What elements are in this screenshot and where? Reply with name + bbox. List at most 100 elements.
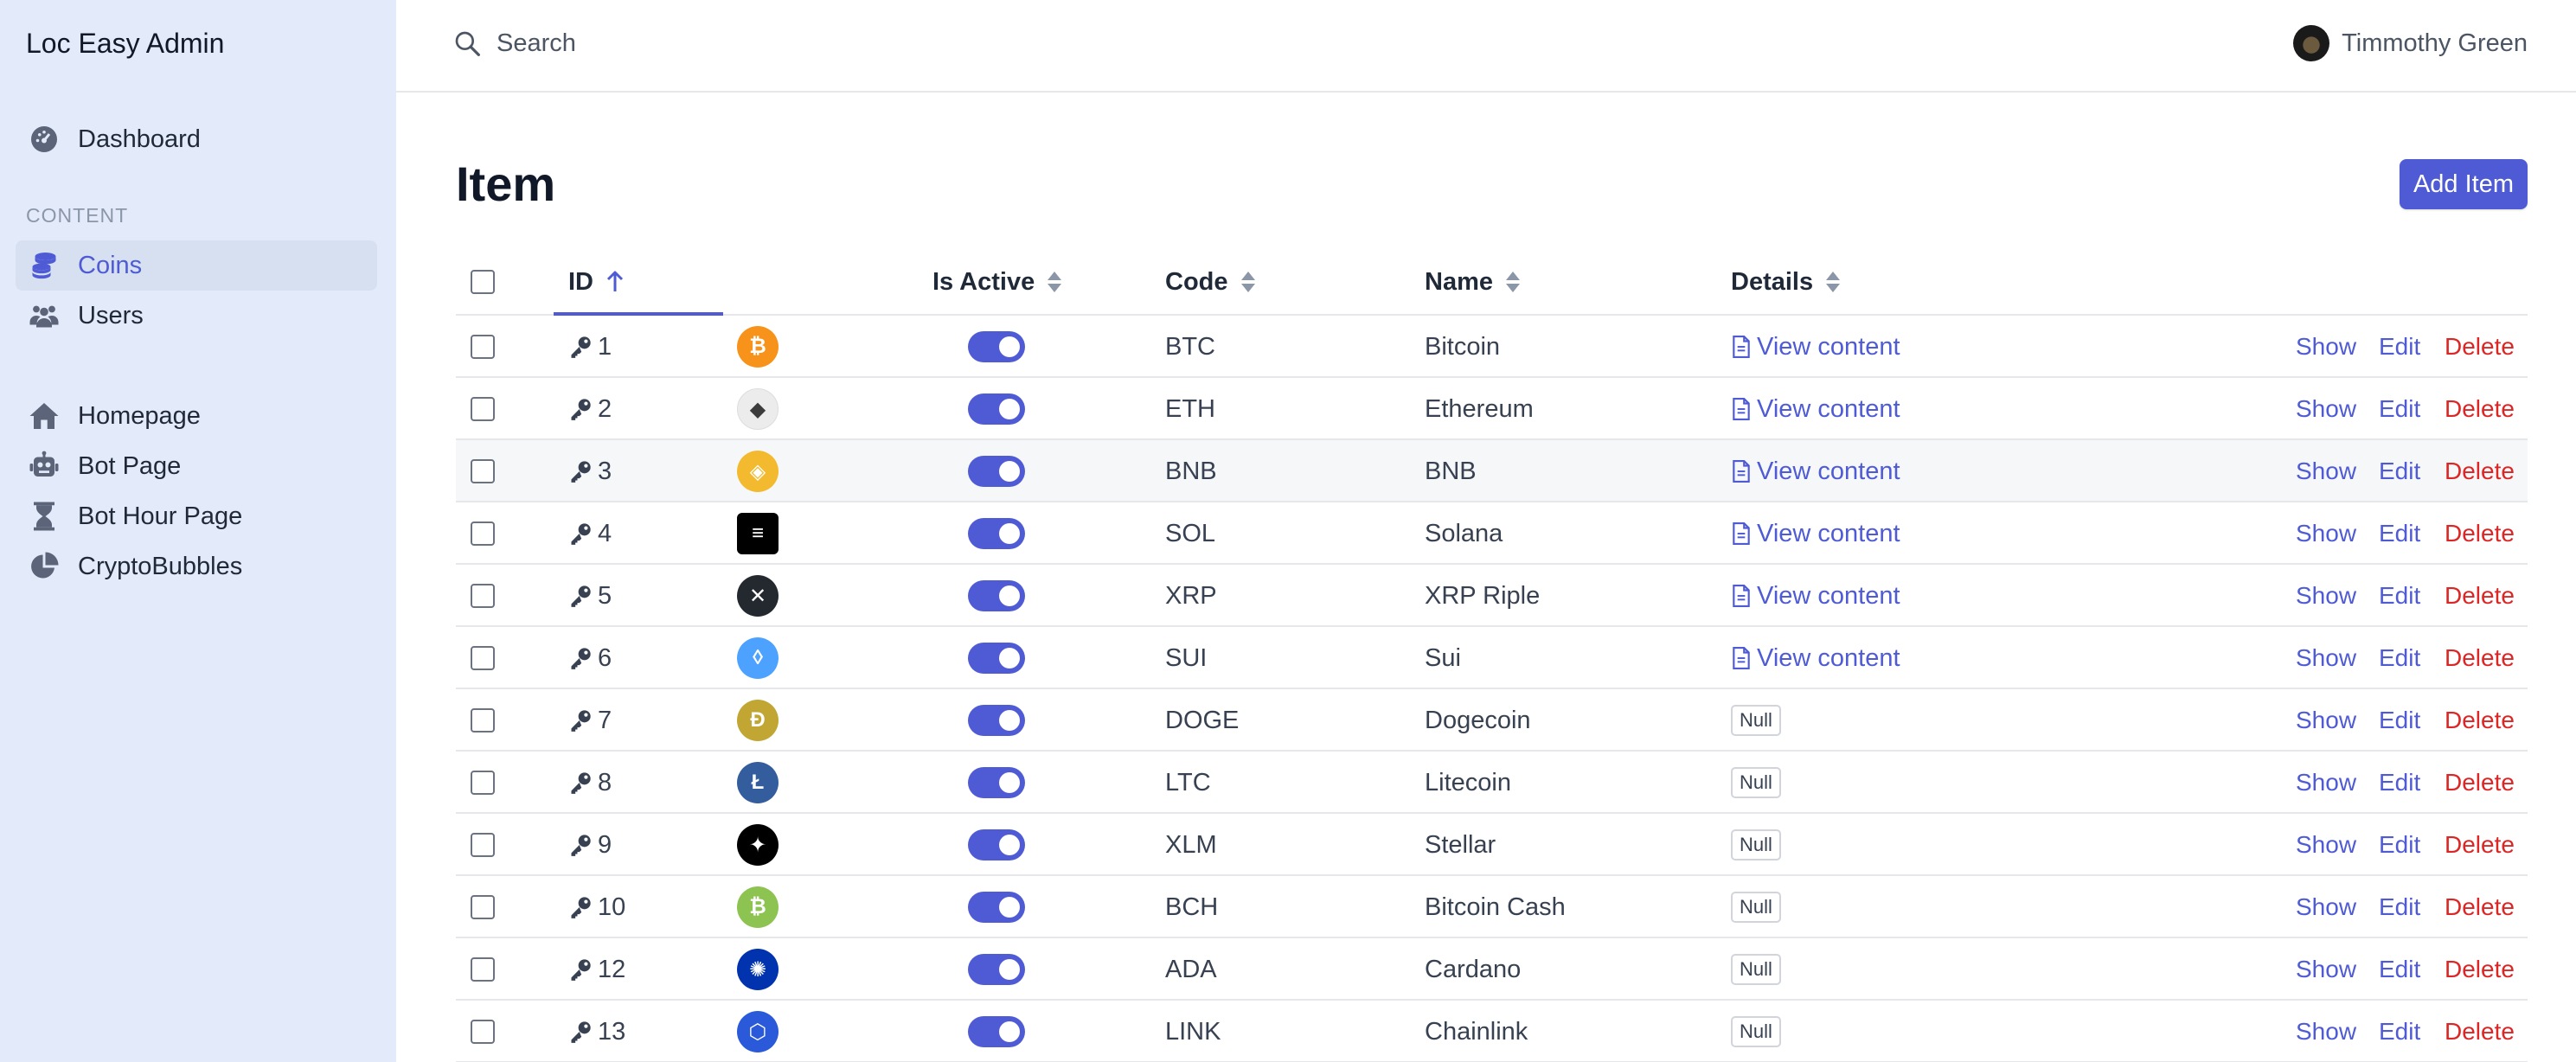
is-active-toggle[interactable]	[968, 643, 1025, 674]
delete-button[interactable]: Delete	[2445, 752, 2515, 814]
user-menu[interactable]: Timmothy Green	[2293, 24, 2528, 62]
home-icon	[26, 398, 62, 434]
show-button[interactable]: Show	[2296, 627, 2356, 689]
is-active-toggle[interactable]	[968, 580, 1025, 611]
is-active-toggle[interactable]	[968, 954, 1025, 985]
select-all-checkbox[interactable]	[471, 270, 495, 294]
show-button[interactable]: Show	[2296, 440, 2356, 502]
delete-button[interactable]: Delete	[2445, 814, 2515, 876]
is-active-toggle[interactable]	[968, 892, 1025, 923]
is-active-toggle[interactable]	[968, 393, 1025, 425]
row-checkbox[interactable]	[471, 646, 495, 670]
table-row[interactable]: 5 ✕ XRP XRP Riple View content Show Edit…	[456, 565, 2528, 627]
column-header-name[interactable]: Name	[1425, 248, 1521, 316]
delete-button[interactable]: Delete	[2445, 316, 2515, 378]
is-active-toggle[interactable]	[968, 705, 1025, 736]
edit-button[interactable]: Edit	[2379, 938, 2420, 1001]
is-active-toggle[interactable]	[968, 767, 1025, 798]
row-checkbox[interactable]	[471, 397, 495, 421]
view-content-link[interactable]: View content	[1731, 520, 1900, 548]
is-active-toggle[interactable]	[968, 829, 1025, 860]
table-row[interactable]: 9 ✦ XLM Stellar Null Show Edit Delete	[456, 814, 2528, 876]
show-button[interactable]: Show	[2296, 938, 2356, 1001]
column-header-is-active[interactable]: Is Active	[932, 248, 1062, 316]
sidebar-item-users[interactable]: Users	[16, 291, 377, 341]
delete-button[interactable]: Delete	[2445, 502, 2515, 565]
edit-button[interactable]: Edit	[2379, 440, 2420, 502]
row-checkbox[interactable]	[471, 708, 495, 733]
is-active-toggle[interactable]	[968, 1016, 1025, 1047]
edit-button[interactable]: Edit	[2379, 876, 2420, 938]
delete-button[interactable]: Delete	[2445, 565, 2515, 627]
row-checkbox[interactable]	[471, 521, 495, 546]
view-content-link[interactable]: View content	[1731, 333, 1900, 361]
view-content-link[interactable]: View content	[1731, 644, 1900, 673]
edit-button[interactable]: Edit	[2379, 689, 2420, 752]
edit-button[interactable]: Edit	[2379, 814, 2420, 876]
is-active-toggle[interactable]	[968, 456, 1025, 487]
show-button[interactable]: Show	[2296, 814, 2356, 876]
edit-button[interactable]: Edit	[2379, 502, 2420, 565]
delete-button[interactable]: Delete	[2445, 1001, 2515, 1062]
search-bar[interactable]	[453, 24, 972, 62]
table-row[interactable]: 10 ₿ BCH Bitcoin Cash Null Show Edit Del…	[456, 876, 2528, 938]
row-checkbox[interactable]	[471, 833, 495, 857]
sidebar-item-bot-hour-page[interactable]: Bot Hour Page	[16, 491, 377, 541]
table-row[interactable]: 4 ≡ SOL Solana View content Show Edit De…	[456, 502, 2528, 565]
table-row[interactable]: 2 ◆ ETH Ethereum View content Show Edit …	[456, 378, 2528, 440]
table-row[interactable]: 7 Ð DOGE Dogecoin Null Show Edit Delete	[456, 689, 2528, 752]
show-button[interactable]: Show	[2296, 316, 2356, 378]
show-button[interactable]: Show	[2296, 689, 2356, 752]
sidebar-item-dashboard[interactable]: Dashboard	[16, 114, 377, 164]
row-checkbox[interactable]	[471, 771, 495, 795]
column-header-label: Name	[1425, 267, 1493, 296]
show-button[interactable]: Show	[2296, 752, 2356, 814]
edit-button[interactable]: Edit	[2379, 378, 2420, 440]
row-checkbox[interactable]	[471, 459, 495, 483]
table-row[interactable]: 12 ✺ ADA Cardano Null Show Edit Delete	[456, 938, 2528, 1001]
show-button[interactable]: Show	[2296, 1001, 2356, 1062]
table-row[interactable]: 8 Ł LTC Litecoin Null Show Edit Delete	[456, 752, 2528, 814]
edit-button[interactable]: Edit	[2379, 1001, 2420, 1062]
delete-button[interactable]: Delete	[2445, 689, 2515, 752]
show-button[interactable]: Show	[2296, 502, 2356, 565]
is-active-toggle[interactable]	[968, 331, 1025, 362]
row-checkbox[interactable]	[471, 957, 495, 982]
column-header-details[interactable]: Details	[1731, 248, 1841, 316]
view-content-link[interactable]: View content	[1731, 395, 1900, 424]
view-content-link[interactable]: View content	[1731, 582, 1900, 611]
show-button[interactable]: Show	[2296, 565, 2356, 627]
search-input[interactable]	[497, 29, 929, 58]
edit-button[interactable]: Edit	[2379, 316, 2420, 378]
edit-button[interactable]: Edit	[2379, 627, 2420, 689]
table-row[interactable]: 13 ⬡ LINK Chainlink Null Show Edit Delet…	[456, 1001, 2528, 1062]
app-title[interactable]: Loc Easy Admin	[26, 28, 224, 60]
row-checkbox[interactable]	[471, 335, 495, 359]
table-row[interactable]: 1 ₿ BTC Bitcoin View content Show Edit D…	[456, 316, 2528, 378]
show-button[interactable]: Show	[2296, 876, 2356, 938]
sidebar-item-coins[interactable]: Coins	[16, 240, 377, 291]
show-button[interactable]: Show	[2296, 378, 2356, 440]
delete-button[interactable]: Delete	[2445, 378, 2515, 440]
row-checkbox[interactable]	[471, 1020, 495, 1044]
delete-button[interactable]: Delete	[2445, 938, 2515, 1001]
is-active-toggle[interactable]	[968, 518, 1025, 549]
add-item-button[interactable]: Add Item	[2399, 159, 2528, 209]
table-row[interactable]: 6 ◊ SUI Sui View content Show Edit Delet…	[456, 627, 2528, 689]
column-header-id[interactable]: ID	[568, 248, 625, 316]
delete-button[interactable]: Delete	[2445, 627, 2515, 689]
delete-button[interactable]: Delete	[2445, 876, 2515, 938]
row-checkbox[interactable]	[471, 895, 495, 919]
column-header-code[interactable]: Code	[1165, 248, 1256, 316]
view-content-link[interactable]: View content	[1731, 457, 1900, 486]
users-icon	[26, 297, 62, 334]
sidebar-item-homepage[interactable]: Homepage	[16, 391, 377, 441]
sidebar-item-cryptobubbles[interactable]: CryptoBubbles	[16, 541, 377, 592]
row-checkbox-cell	[471, 378, 495, 440]
edit-button[interactable]: Edit	[2379, 752, 2420, 814]
edit-button[interactable]: Edit	[2379, 565, 2420, 627]
table-row[interactable]: 3 ◈ BNB BNB View content Show Edit Delet…	[456, 440, 2528, 502]
row-checkbox[interactable]	[471, 584, 495, 608]
delete-button[interactable]: Delete	[2445, 440, 2515, 502]
sidebar-item-bot-page[interactable]: Bot Page	[16, 441, 377, 491]
